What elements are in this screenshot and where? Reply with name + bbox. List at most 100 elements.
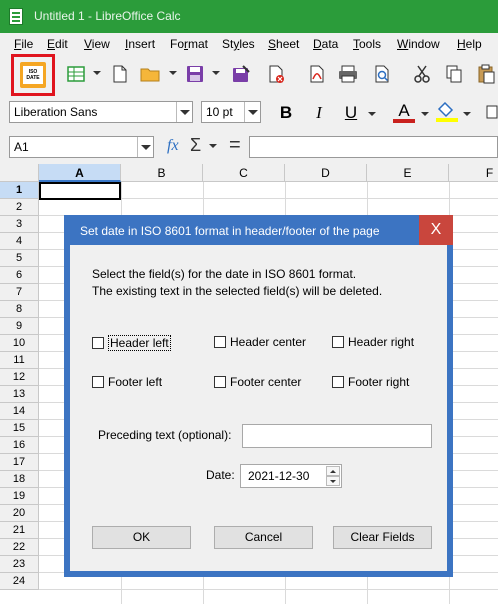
formula-equals-icon[interactable]: =: [229, 134, 241, 157]
column-header-c[interactable]: C: [203, 164, 285, 182]
menu-format[interactable]: Format: [170, 37, 208, 51]
toolbar-overflow-icon[interactable]: [486, 104, 498, 122]
new-document-icon[interactable]: [106, 60, 134, 88]
row-header-4[interactable]: 4: [0, 233, 39, 250]
underline-dropdown-icon[interactable]: [368, 110, 376, 118]
row-header-6[interactable]: 6: [0, 267, 39, 284]
spin-down-icon[interactable]: [326, 476, 340, 486]
row-header-20[interactable]: 20: [0, 505, 39, 522]
menu-styles[interactable]: Styles: [222, 37, 255, 51]
column-header-e[interactable]: E: [367, 164, 449, 182]
footer-left-label: Footer left: [108, 375, 163, 389]
new-dropdown-icon[interactable]: [93, 69, 101, 77]
select-all-corner[interactable]: [0, 164, 39, 182]
underline-button[interactable]: U: [337, 99, 365, 127]
footer-center-checkbox[interactable]: Footer center: [214, 375, 301, 389]
row-header-14[interactable]: 14: [0, 403, 39, 420]
menu-window[interactable]: Window: [397, 37, 440, 51]
row-header-19[interactable]: 19: [0, 488, 39, 505]
name-box[interactable]: A1: [9, 136, 154, 158]
checkbox-box[interactable]: [214, 336, 226, 348]
open-folder-icon[interactable]: [137, 60, 165, 88]
clear-fields-button[interactable]: Clear Fields: [333, 526, 432, 549]
row-header-10[interactable]: 10: [0, 335, 39, 352]
menu-insert[interactable]: Insert: [125, 37, 155, 51]
cell-cursor-a1[interactable]: [39, 182, 121, 200]
export-pdf-icon[interactable]: [303, 60, 331, 88]
row-header-13[interactable]: 13: [0, 386, 39, 403]
menu-view[interactable]: View: [84, 37, 110, 51]
sum-dropdown-icon[interactable]: [209, 142, 217, 150]
row-header-3[interactable]: 3: [0, 216, 39, 233]
row-header-5[interactable]: 5: [0, 250, 39, 267]
highlight-dropdown-icon[interactable]: [463, 110, 471, 118]
menu-edit[interactable]: Edit: [47, 37, 68, 51]
iso-date-button[interactable]: ISO DATE: [11, 54, 55, 96]
font-name-combo[interactable]: Liberation Sans: [9, 101, 193, 123]
column-header-f[interactable]: F: [449, 164, 498, 182]
font-color-dropdown-icon[interactable]: [421, 110, 429, 118]
save-icon[interactable]: [181, 60, 209, 88]
checkbox-box[interactable]: [214, 376, 226, 388]
paste-icon[interactable]: [472, 60, 498, 88]
row-header-21[interactable]: 21: [0, 522, 39, 539]
menu-file[interactable]: File: [14, 37, 33, 51]
font-color-button[interactable]: A: [390, 98, 418, 126]
font-size-combo[interactable]: 10 pt: [201, 101, 261, 123]
function-wizard-icon[interactable]: fx: [167, 137, 179, 155]
header-center-checkbox[interactable]: Header center: [214, 335, 306, 349]
bold-button[interactable]: B: [272, 99, 300, 127]
open-dropdown-icon[interactable]: [169, 69, 177, 77]
checkbox-box[interactable]: [92, 376, 104, 388]
column-header-b[interactable]: B: [121, 164, 203, 182]
menu-sheet[interactable]: Sheet: [268, 37, 299, 51]
row-header-2[interactable]: 2: [0, 199, 39, 216]
save-dropdown-icon[interactable]: [212, 69, 220, 77]
header-right-checkbox[interactable]: Header right: [332, 335, 414, 349]
row-header-7[interactable]: 7: [0, 284, 39, 301]
sum-icon[interactable]: Σ: [190, 135, 201, 156]
spin-up-icon[interactable]: [326, 466, 340, 476]
row-header-12[interactable]: 12: [0, 369, 39, 386]
row-header-17[interactable]: 17: [0, 454, 39, 471]
font-name-dropdown-icon[interactable]: [176, 102, 192, 122]
new-sheet-icon[interactable]: [62, 60, 90, 88]
font-size-dropdown-icon[interactable]: [244, 102, 260, 122]
footer-left-checkbox[interactable]: Footer left: [92, 375, 162, 389]
row-header-11[interactable]: 11: [0, 352, 39, 369]
row-header-8[interactable]: 8: [0, 301, 39, 318]
formula-input[interactable]: [249, 136, 498, 158]
checkbox-box[interactable]: [332, 376, 344, 388]
row-header-22[interactable]: 22: [0, 539, 39, 556]
dialog-close-button[interactable]: X: [419, 215, 453, 245]
copy-icon[interactable]: [440, 60, 468, 88]
highlight-color-button[interactable]: [433, 98, 461, 126]
footer-right-checkbox[interactable]: Footer right: [332, 375, 409, 389]
print-icon[interactable]: [334, 60, 362, 88]
row-header-9[interactable]: 9: [0, 318, 39, 335]
menu-tools[interactable]: Tools: [353, 37, 381, 51]
row-header-18[interactable]: 18: [0, 471, 39, 488]
header-left-checkbox[interactable]: Header left: [92, 335, 171, 351]
column-header-d[interactable]: D: [285, 164, 367, 182]
row-header-15[interactable]: 15: [0, 420, 39, 437]
column-header-a[interactable]: A: [39, 164, 121, 182]
save-as-icon[interactable]: [227, 60, 255, 88]
menu-data[interactable]: Data: [313, 37, 338, 51]
print-preview-icon[interactable]: [368, 60, 396, 88]
cancel-button[interactable]: Cancel: [214, 526, 313, 549]
date-spinner[interactable]: 2021-12-30: [240, 464, 342, 488]
row-header-23[interactable]: 23: [0, 556, 39, 573]
checkbox-box[interactable]: [332, 336, 344, 348]
checkbox-box[interactable]: [92, 337, 104, 349]
close-document-icon[interactable]: [262, 60, 290, 88]
name-box-dropdown-icon[interactable]: [137, 137, 153, 157]
menu-help[interactable]: Help: [457, 37, 482, 51]
italic-button[interactable]: I: [305, 99, 333, 127]
preceding-text-input[interactable]: [242, 424, 432, 448]
cut-icon[interactable]: [408, 60, 436, 88]
ok-button[interactable]: OK: [92, 526, 191, 549]
row-header-1[interactable]: 1: [0, 182, 39, 199]
row-header-16[interactable]: 16: [0, 437, 39, 454]
row-header-24[interactable]: 24: [0, 573, 39, 590]
